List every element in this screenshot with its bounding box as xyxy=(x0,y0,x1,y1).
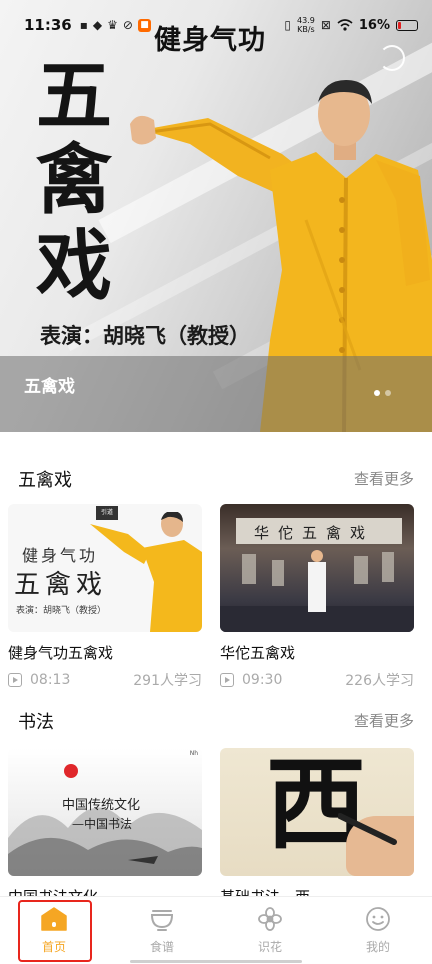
flower-icon xyxy=(258,907,282,931)
crown-icon: ♛ xyxy=(107,18,118,32)
hero-performer-credit: 表演：胡晓飞（教授） xyxy=(40,323,250,348)
thumb-performer-figure xyxy=(90,512,202,632)
carousel-dot-2[interactable] xyxy=(385,390,391,396)
notification-icon: ◆ xyxy=(92,18,103,32)
thumb-text-line2: —中国书法 xyxy=(72,817,133,831)
video-card[interactable]: 华佗五禽戏 华佗五禽戏 09:30 226人学习 xyxy=(220,504,414,690)
close-box-icon: ⊠ xyxy=(320,18,331,32)
thumb-stage-figures xyxy=(220,550,414,632)
refresh-app-icon: ⊘ xyxy=(122,18,133,32)
card-title[interactable]: 华佗五禽戏 xyxy=(220,642,414,663)
card-title[interactable]: 健身气功五禽戏 xyxy=(8,642,202,663)
learner-count: 291人学习 xyxy=(133,673,202,689)
card-meta: 08:13 291人学习 xyxy=(8,670,202,690)
hero-caption: 五禽戏 xyxy=(24,377,75,397)
hero-banner[interactable]: 11:36 ▪ ◆ ♛ ⊘ ■ ▯ 43.9 KB/s ⊠ 16% 健身气功 五… xyxy=(0,0,432,432)
video-card[interactable]: Nh 中国传统文化 —中国书法 中国书法文化 xyxy=(8,748,202,907)
section-header-wuqinxi: 五禽戏 查看更多 xyxy=(0,466,432,496)
nav-label-profile: 我的 xyxy=(365,940,390,954)
nav-label-flowers: 识花 xyxy=(257,940,282,954)
net-speed-icon: 43.9 KB/s xyxy=(297,16,315,34)
wifi-icon xyxy=(337,19,353,31)
video-icon xyxy=(8,673,22,687)
battery-percent: 16% xyxy=(358,17,390,33)
carousel-dot-1[interactable] xyxy=(374,390,380,396)
video-card[interactable]: 西 基础书法—西 xyxy=(220,748,414,907)
section-title: 书法 xyxy=(18,712,54,733)
video-card[interactable]: 引道 健身气功 五禽戏 表演：胡晓飞（教授） 健身气功五禽戏 08:13 291… xyxy=(8,504,202,690)
video-icon xyxy=(220,673,234,687)
profile-icon xyxy=(366,907,390,931)
see-more-link[interactable]: 查看更多 xyxy=(354,468,414,489)
learner-count: 226人学习 xyxy=(345,673,414,689)
video-duration: 08:13 xyxy=(30,672,71,688)
section-title: 五禽戏 xyxy=(18,470,72,491)
card-meta: 09:30 226人学习 xyxy=(220,670,414,690)
nav-item-profile[interactable]: 我的 xyxy=(324,897,432,964)
hero-big-char-3: 戏 xyxy=(36,221,112,310)
hero-big-char-2: 禽 xyxy=(36,135,112,224)
thumb-text-line1: 健身气功 xyxy=(22,546,99,565)
active-tab-highlight-box xyxy=(18,900,92,962)
nav-item-flowers[interactable]: 识花 xyxy=(216,897,324,964)
brush-icon xyxy=(338,813,397,845)
thumb-corner-mark: Nh xyxy=(189,750,198,757)
nav-item-recipes[interactable]: 食谱 xyxy=(108,897,216,964)
bowl-icon xyxy=(150,910,174,931)
video-thumbnail[interactable]: Nh 中国传统文化 —中国书法 xyxy=(8,748,202,876)
video-thumbnail[interactable]: 引道 健身气功 五禽戏 表演：胡晓飞（教授） xyxy=(8,504,202,632)
net-speed-unit: KB/s xyxy=(297,25,315,34)
video-duration: 09:30 xyxy=(242,672,283,688)
video-thumbnail[interactable]: 西 xyxy=(220,748,414,876)
video-thumbnail[interactable]: 华佗五禽戏 xyxy=(220,504,414,632)
net-speed-value: 43.9 xyxy=(297,16,315,25)
sim-icon: ▪ xyxy=(79,18,88,32)
home-indicator[interactable] xyxy=(130,960,302,963)
battery-icon xyxy=(396,19,418,31)
see-more-link[interactable]: 查看更多 xyxy=(354,710,414,731)
vibrate-icon: ▯ xyxy=(284,18,291,32)
thumb-text-line1: 中国传统文化 xyxy=(62,798,141,813)
section-header-calligraphy: 书法 查看更多 xyxy=(0,708,432,738)
app-badge-icon: ■ xyxy=(137,18,151,32)
thumb-banner-text: 华佗五禽戏 xyxy=(254,524,375,542)
status-time: 11:36 xyxy=(24,16,72,34)
status-bar: 11:36 ▪ ◆ ♛ ⊘ ■ ▯ 43.9 KB/s ⊠ 16% xyxy=(0,0,432,50)
nav-label-recipes: 食谱 xyxy=(149,940,174,954)
carousel-dots xyxy=(374,390,391,396)
hero-big-char-1: 五 xyxy=(36,51,112,140)
